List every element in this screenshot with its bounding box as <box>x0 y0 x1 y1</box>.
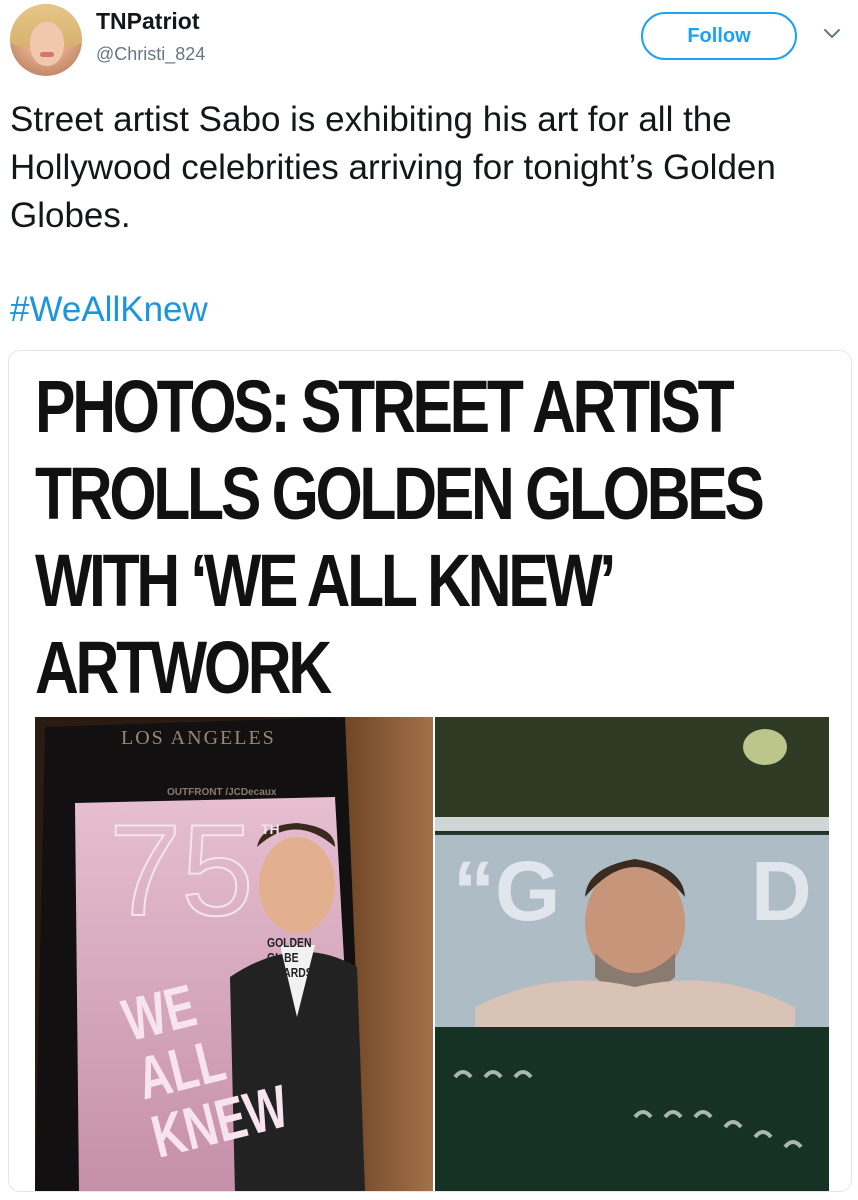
display-name[interactable]: TNPatriot <box>96 8 200 35</box>
avatar[interactable] <box>10 4 82 76</box>
follow-button[interactable]: Follow <box>641 12 797 60</box>
poster-number-suffix: TH <box>261 821 280 837</box>
awards-line: AWARDS <box>267 965 313 980</box>
poster-number: 75 <box>108 797 255 943</box>
user-handle[interactable]: @Christi_824 <box>96 44 205 65</box>
tweet-media[interactable]: PHOTOS: STREET ARTIST TROLLS GOLDEN GLOB… <box>8 350 852 1192</box>
awards-logo: GOLDEN GL BE AWARDS <box>267 935 313 980</box>
sign-text: LOS ANGELES <box>121 727 276 749</box>
ad-letter: “G <box>453 844 561 938</box>
headline-line: ARTWORK <box>35 626 332 709</box>
ad-letter: D <box>751 844 812 938</box>
photo-bench-ad[interactable]: “G D <box>435 717 829 1191</box>
awards-line: GOLDEN <box>267 935 312 950</box>
headline-line: PHOTOS: STREET ARTIST <box>35 365 735 448</box>
hashtag-link[interactable]: #WeAllKnew <box>10 286 208 334</box>
avatar-face <box>30 22 64 66</box>
headline-line: WITH ‘WE ALL KNEW’ <box>35 539 616 622</box>
bench-scene <box>435 717 829 1191</box>
photo-golden-globes-poster[interactable]: LOS ANGELES OUTFRONT /JCDecaux 75 TH GOL… <box>35 717 433 1191</box>
media-headline: PHOTOS: STREET ARTIST TROLLS GOLDEN GLOB… <box>35 363 765 711</box>
headline-line: TROLLS GOLDEN GLOBES <box>35 452 765 535</box>
awards-line: GL BE <box>267 950 299 965</box>
avatar-lips <box>40 52 54 57</box>
tweet-text: Street artist Sabo is exhibiting his art… <box>10 100 776 235</box>
chevron-down-icon[interactable] <box>822 24 842 44</box>
